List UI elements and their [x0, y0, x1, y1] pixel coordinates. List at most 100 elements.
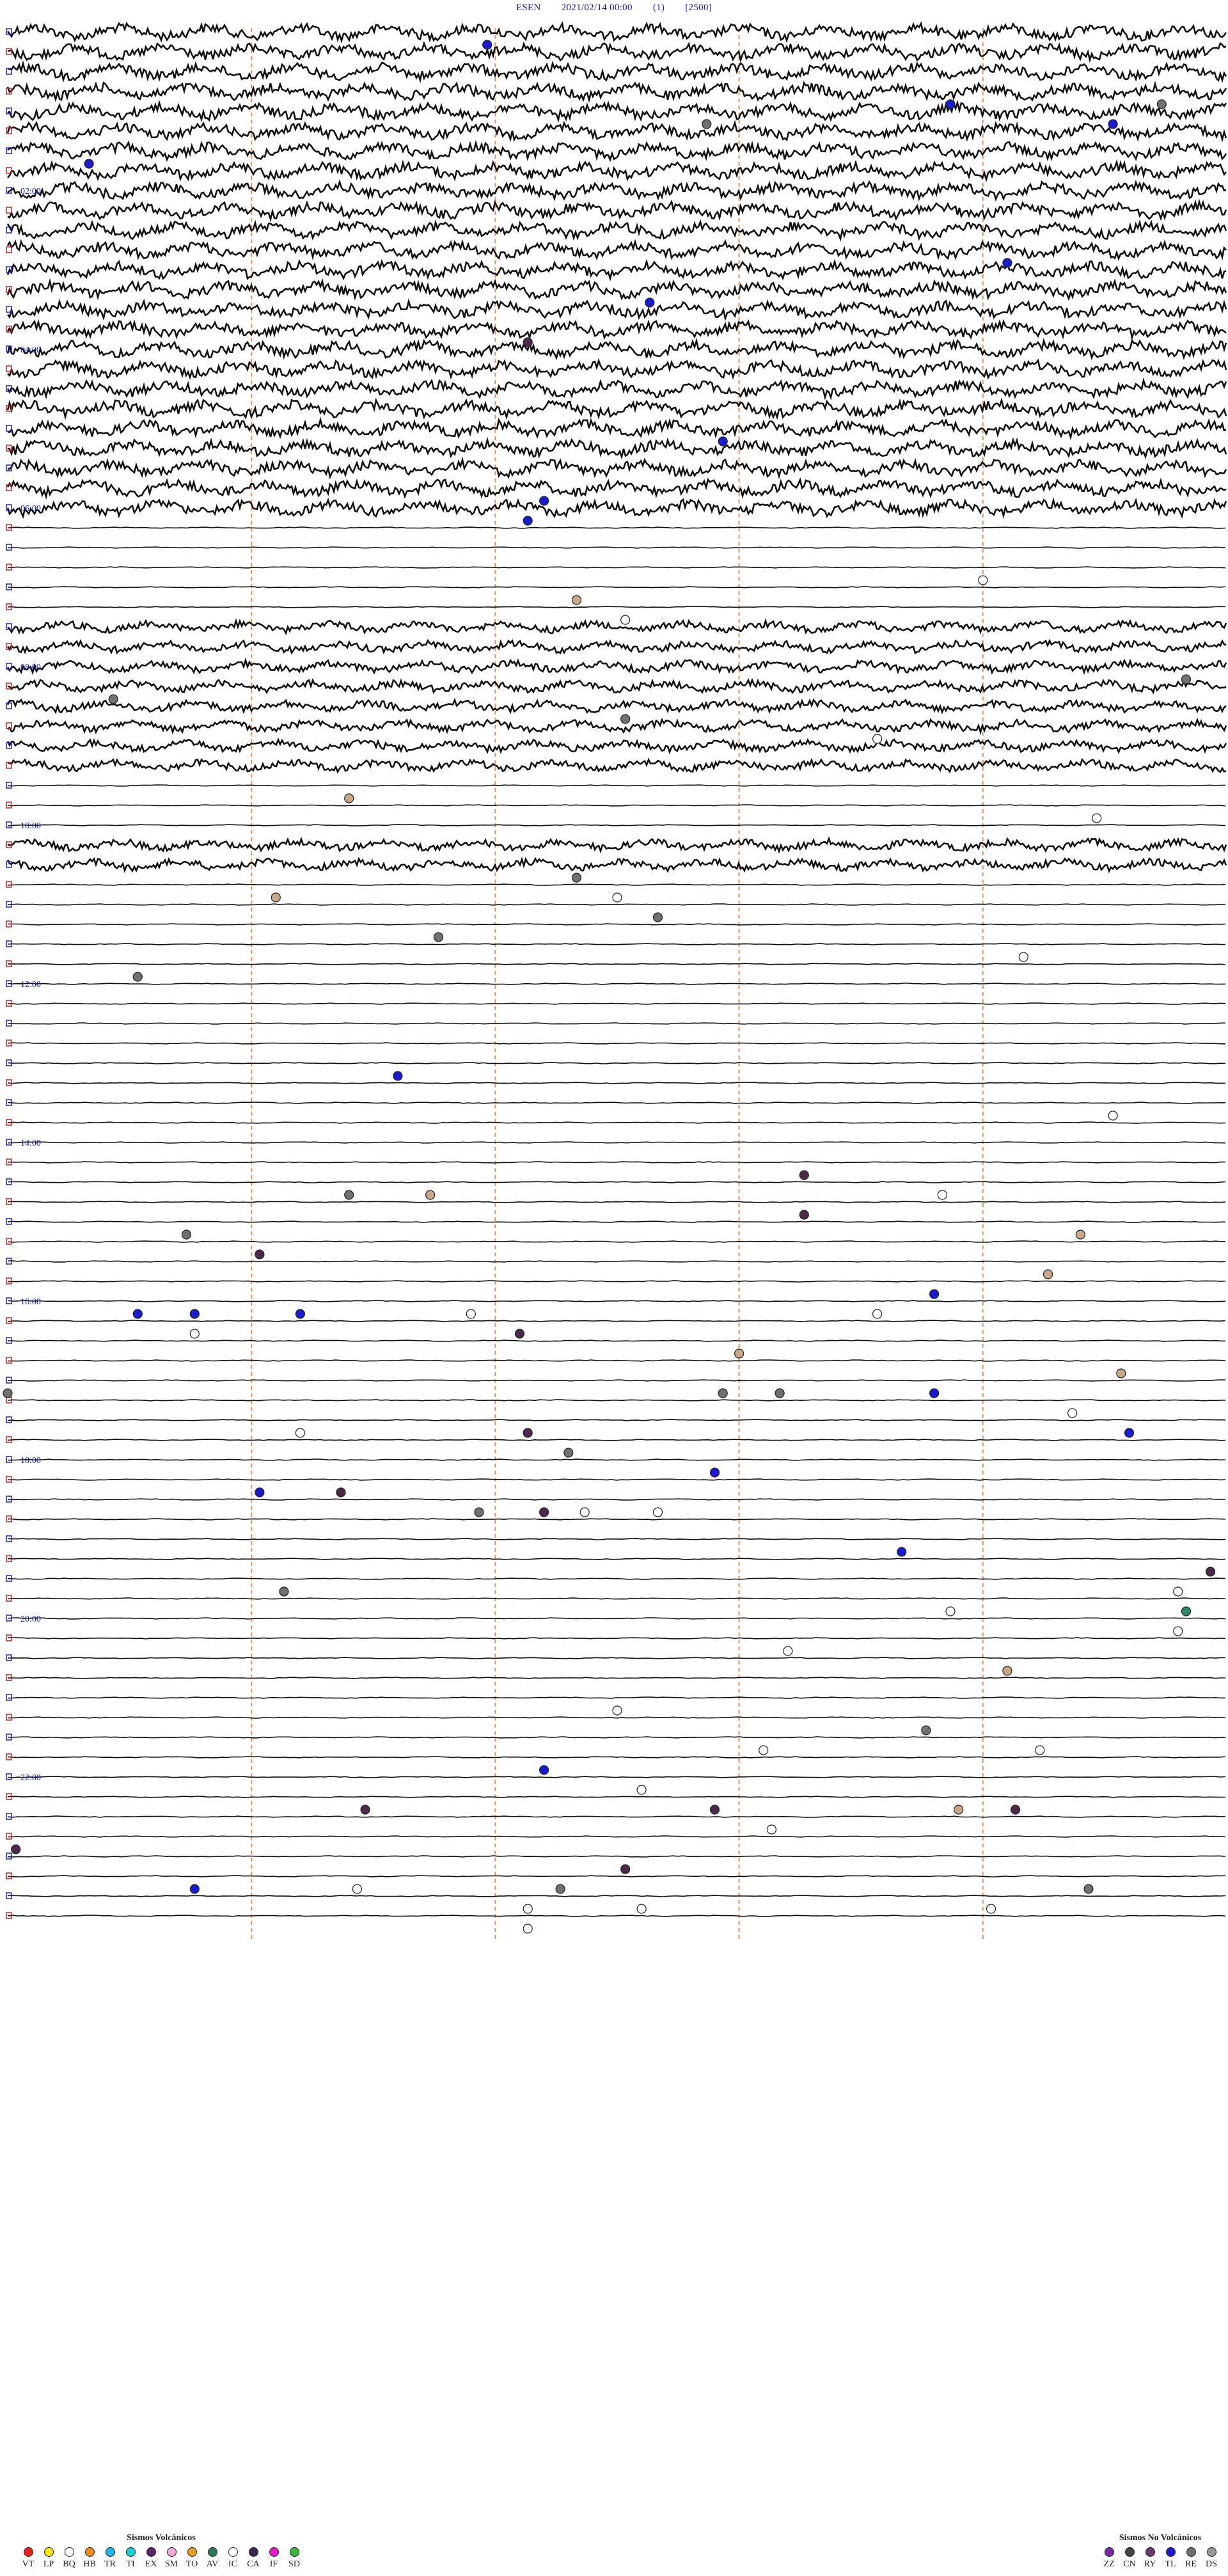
- event-marker-ic: [1067, 1408, 1078, 1418]
- trace-row: [6, 638, 1227, 655]
- trace-row: [7, 1062, 1226, 1064]
- event-marker-tl: [393, 1071, 403, 1081]
- trace-row: [8, 1002, 1226, 1005]
- row-tick: [6, 1853, 12, 1860]
- legend-nonvolcanic-item-zz: ZZ: [1100, 2547, 1118, 2570]
- trace-row: [7, 824, 1226, 826]
- trace-row: [7, 139, 1227, 162]
- legend-volcanic-label-vt: VT: [22, 2559, 35, 2569]
- legend-nonvolcanic-item-cn: CN: [1121, 2547, 1138, 2570]
- trace-row: [7, 99, 1227, 123]
- time-label: 22:00: [20, 1773, 41, 1783]
- row-tick: [6, 1139, 12, 1146]
- trace-row: [6, 377, 1227, 401]
- legend-volcanic-label-sd: SD: [288, 2559, 300, 2569]
- legend-volcanic-label-to: TO: [185, 2559, 198, 2569]
- trace-row: [7, 1439, 1226, 1441]
- legend-volcanic-label-tr: TR: [104, 2559, 116, 2569]
- event-marker-tl: [929, 1289, 940, 1299]
- event-marker-ca: [523, 337, 533, 347]
- legend-nonvolcanic-label-cn: CN: [1123, 2559, 1136, 2569]
- event-marker-ic: [636, 1904, 647, 1914]
- trace-row: [7, 1339, 1226, 1342]
- legend-nonvolcanic-items: ZZ CN RY TL RE DS: [1100, 2547, 1220, 2570]
- trace-row: [6, 397, 1227, 420]
- event-marker-tl: [295, 1309, 305, 1319]
- trace-row: [7, 416, 1227, 441]
- legend-volcanic-label-ic: IC: [228, 2559, 237, 2569]
- trace-row: [7, 60, 1227, 84]
- row-tick: [6, 207, 12, 214]
- event-marker-tl: [945, 99, 956, 109]
- legend-volcanic-item-ic: IC: [224, 2547, 242, 2570]
- event-marker-hb: [1116, 1368, 1126, 1379]
- legend-volcanic-dot-ex: [146, 2547, 156, 2557]
- trace-row: [7, 1875, 1226, 1877]
- helicorder-traces: 02:00 04:00 06:00 08:00 10:00 12:00 14:00 16:00…: [3, 21, 1227, 1941]
- trace-row: [7, 757, 1227, 774]
- trace-row: [6, 258, 1227, 281]
- trace-row: [6, 657, 1227, 676]
- event-marker-ic: [1173, 1626, 1183, 1636]
- trace-row: [8, 1835, 1226, 1838]
- trace-row: [7, 1518, 1226, 1521]
- trace-row: [7, 983, 1226, 985]
- trace-row: [7, 1855, 1226, 1858]
- event-marker-tl: [482, 40, 492, 50]
- event-marker-re: [433, 932, 444, 942]
- trace-row: [7, 1201, 1226, 1203]
- legend-volcanic-dot-ca: [248, 2547, 258, 2557]
- trace-row: [7, 198, 1227, 223]
- legend-nonvolcanic-dot-cn: [1124, 2547, 1135, 2557]
- legend-volcanic-dot-tr: [105, 2547, 115, 2557]
- legend-volcanic-label-hb: HB: [83, 2559, 96, 2569]
- legend-nonvolcanic-label-zz: ZZ: [1103, 2559, 1115, 2569]
- event-marker-tl: [539, 496, 549, 506]
- event-marker-ic: [937, 1190, 947, 1200]
- trace-row: [6, 21, 1227, 43]
- event-marker-ic: [1018, 952, 1028, 962]
- event-marker-ca: [255, 1249, 265, 1260]
- trace-row: [7, 40, 1227, 63]
- event-marker-re: [181, 1229, 192, 1240]
- trace-row: [7, 1181, 1226, 1183]
- event-marker-re: [108, 694, 118, 704]
- time-label: 16:00: [20, 1297, 41, 1307]
- event-marker-re: [3, 1388, 13, 1398]
- event-marker-re: [718, 1388, 728, 1398]
- trace-row: [7, 1221, 1225, 1223]
- trace-row: [6, 337, 1227, 361]
- trace-row: [7, 1815, 1226, 1818]
- event-marker-hb: [1075, 1229, 1085, 1240]
- legend-nonvolcanic-item-ry: RY: [1141, 2547, 1159, 2570]
- trace-row: [7, 1102, 1226, 1104]
- row-tick: [6, 1317, 12, 1324]
- trace-row: [6, 477, 1227, 500]
- event-marker-ca: [514, 1329, 525, 1339]
- trace-row: [7, 1498, 1226, 1501]
- legend-volcanic-item-vt: VT: [19, 2547, 37, 2570]
- event-marker-re: [702, 119, 712, 129]
- legend-volcanic-item-sm: SM: [162, 2547, 180, 2570]
- event-marker-ca: [799, 1210, 809, 1220]
- trace-row: [6, 219, 1227, 242]
- legend-volcanic-item-ex: EX: [142, 2547, 160, 2570]
- time-label: 08:00: [20, 663, 41, 672]
- time-label: 06:00: [20, 504, 41, 514]
- trace-row: [7, 1359, 1226, 1362]
- legend-volcanic-label-ex: EX: [145, 2559, 157, 2569]
- event-marker-ic: [612, 1705, 622, 1716]
- event-marker-ca: [709, 1805, 720, 1815]
- trace-row: [7, 963, 1226, 965]
- trace-row: [6, 298, 1227, 322]
- legend-volcanic-item-sd: SD: [285, 2547, 303, 2570]
- trace-row: [7, 1379, 1226, 1382]
- event-marker-tl: [1108, 119, 1118, 129]
- event-marker-ic: [189, 1329, 200, 1339]
- legend-volcanic-item-hb: HB: [81, 2547, 98, 2570]
- time-label: 04:00: [20, 345, 41, 355]
- trace-row: [7, 923, 1226, 926]
- event-marker-re: [1083, 1884, 1094, 1894]
- event-marker-re: [132, 972, 143, 982]
- trace-row: [7, 1141, 1226, 1144]
